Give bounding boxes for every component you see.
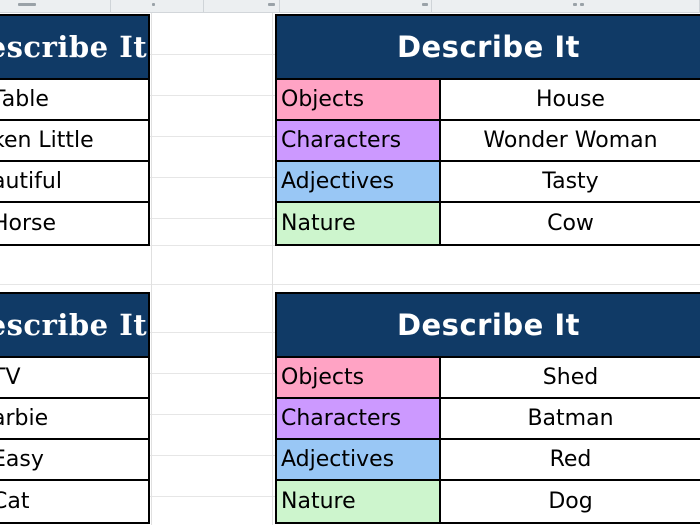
- category-cell-adjectives: Adjectives: [277, 440, 441, 479]
- value-cell-characters[interactable]: Wonder Woman: [441, 121, 700, 160]
- grid-line-horizontal: [0, 284, 700, 285]
- clipped-top-row-segment: [432, 0, 700, 12]
- grid-line-vertical: [272, 0, 273, 525]
- value-cell-nature[interactable]: Cow: [441, 203, 700, 244]
- value-cell-adjectives[interactable]: Red: [441, 440, 700, 479]
- category-cell-nature: Nature: [277, 481, 441, 522]
- value-cell-characters[interactable]: Batman: [441, 399, 700, 438]
- table-row[interactable]: Objects Shed: [277, 358, 700, 399]
- spreadsheet-canvas[interactable]: Describe It Objects Table Characters ken…: [0, 0, 700, 525]
- table-row[interactable]: Objects Table: [0, 80, 148, 121]
- describe-it-card-top-left[interactable]: Describe It Objects Table Characters ken…: [0, 14, 150, 246]
- value-cell-nature[interactable]: Cat: [0, 481, 148, 522]
- table-row[interactable]: Adjectives autiful: [0, 162, 148, 203]
- clipped-glyph-remnant: [18, 3, 36, 6]
- value-cell-characters[interactable]: ken Little: [0, 121, 148, 160]
- table-row[interactable]: Characters Wonder Woman: [277, 121, 700, 162]
- clipped-top-row-segment: [204, 0, 280, 12]
- table-row[interactable]: Objects TV: [0, 358, 148, 399]
- describe-it-card-top-right[interactable]: Describe It Objects House Characters Won…: [275, 14, 700, 246]
- value-cell-nature[interactable]: Dog: [441, 481, 700, 522]
- category-cell-characters: Characters: [277, 399, 441, 438]
- clipped-top-row-segment: [111, 0, 204, 12]
- value-cell-objects[interactable]: House: [441, 80, 700, 119]
- category-cell-objects: Objects: [277, 358, 441, 397]
- clipped-top-row-segment: [0, 0, 111, 12]
- clipped-glyph-remnant: [573, 3, 577, 6]
- category-cell-objects: Objects: [277, 80, 441, 119]
- value-cell-objects[interactable]: TV: [0, 358, 148, 397]
- table-row[interactable]: Adjectives Red: [277, 440, 700, 481]
- card-title-top-right: Describe It: [277, 16, 700, 80]
- value-cell-nature[interactable]: Horse: [0, 203, 148, 244]
- clipped-glyph-remnant: [268, 3, 275, 6]
- table-row[interactable]: Adjectives Easy: [0, 440, 148, 481]
- value-cell-objects[interactable]: Table: [0, 80, 148, 119]
- describe-it-card-bottom-right[interactable]: Describe It Objects Shed Characters Batm…: [275, 292, 700, 524]
- category-cell-adjectives: Adjectives: [277, 162, 441, 201]
- table-row[interactable]: Nature Horse: [0, 203, 148, 244]
- table-row[interactable]: Nature Dog: [277, 481, 700, 522]
- value-cell-objects[interactable]: Shed: [441, 358, 700, 397]
- clipped-top-row-segment: [280, 0, 432, 12]
- value-cell-adjectives[interactable]: Tasty: [441, 162, 700, 201]
- table-row[interactable]: Nature Cat: [0, 481, 148, 522]
- clipped-glyph-remnant: [422, 3, 428, 6]
- value-cell-adjectives[interactable]: Easy: [0, 440, 148, 479]
- describe-it-card-bottom-left[interactable]: Describe It Objects TV Characters arbie …: [0, 292, 150, 524]
- value-cell-characters[interactable]: arbie: [0, 399, 148, 438]
- value-cell-adjectives[interactable]: autiful: [0, 162, 148, 201]
- table-row[interactable]: Characters Batman: [277, 399, 700, 440]
- category-cell-nature: Nature: [277, 203, 441, 244]
- card-title-bottom-right: Describe It: [277, 294, 700, 358]
- card-title-bottom-left: Describe It: [0, 294, 148, 358]
- card-title-top-left: Describe It: [0, 16, 148, 80]
- table-row[interactable]: Nature Cow: [277, 203, 700, 244]
- grid-line-vertical: [151, 0, 152, 525]
- clipped-glyph-remnant: [580, 3, 584, 6]
- clipped-glyph-remnant: [152, 3, 155, 6]
- category-cell-characters: Characters: [277, 121, 441, 160]
- table-row[interactable]: Characters ken Little: [0, 121, 148, 162]
- table-row[interactable]: Objects House: [277, 80, 700, 121]
- clipped-top-row: [0, 0, 700, 13]
- table-row[interactable]: Adjectives Tasty: [277, 162, 700, 203]
- table-row[interactable]: Characters arbie: [0, 399, 148, 440]
